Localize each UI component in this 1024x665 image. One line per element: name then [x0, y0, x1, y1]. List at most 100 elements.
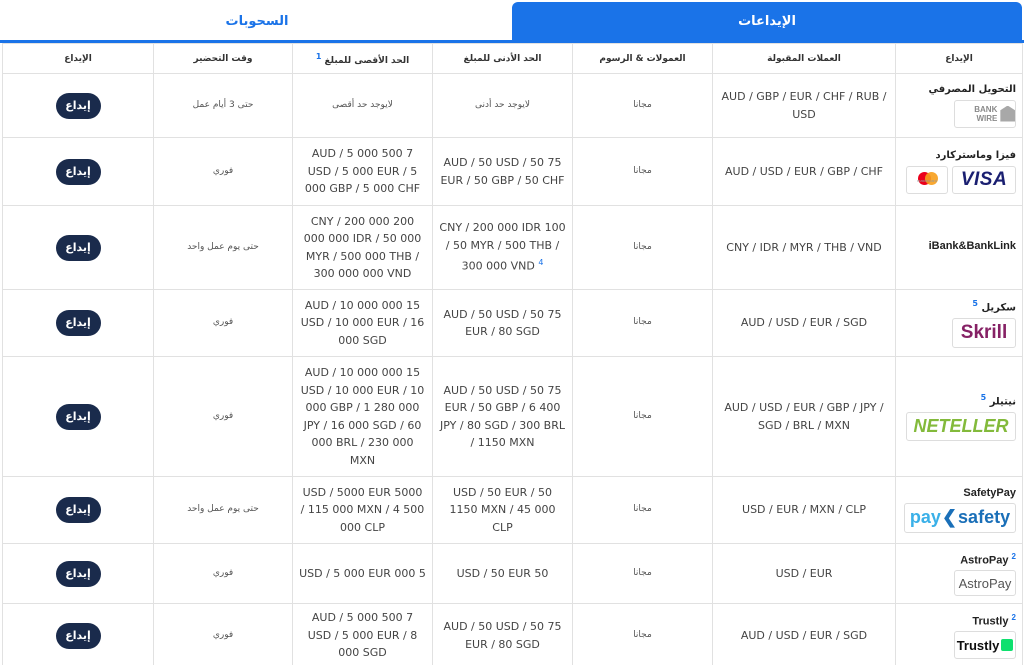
deposit-button[interactable]: إيداع	[55, 234, 101, 261]
fees-cell: مجانا	[572, 137, 713, 206]
deposit-button[interactable]: إيداع	[55, 310, 101, 336]
action-cell: إيداع	[2, 603, 154, 665]
method-cell: AstroPay 2 AstroPay	[895, 543, 1023, 604]
method-name: SafetyPay	[963, 487, 1016, 499]
min-cell: 100 CNY / 200 000 IDR / 50 MYR / 500 THB…	[432, 205, 573, 290]
safetypay-logo: safety ❯ pay	[904, 503, 1016, 533]
currencies-cell: AUD / USD / EUR / SGD	[712, 289, 896, 357]
header-min: الحد الأدنى للمبلغ	[432, 43, 573, 74]
deposit-methods-table: الإيداع العملات المقبولة العمولات & الرس…	[2, 43, 1023, 665]
deposit-button[interactable]: إيداع	[55, 560, 101, 587]
max-cell: 7 500 AUD / 5 000 USD / 5 000 EUR / 8 00…	[292, 603, 433, 665]
table-row: فيزا وماستركارد VISA mastercard AUD / US…	[2, 137, 1023, 206]
header-method: الإيداع	[895, 43, 1023, 74]
method-cell: نيتيلر 5 NETELLER	[895, 356, 1023, 477]
max-cell: لايوجد حد أقصى	[292, 73, 433, 138]
bank-icon	[1000, 105, 1015, 122]
header-max: الحد الأقصى للمبلغ 1	[292, 43, 433, 74]
min-cell: لايوجد حد أدنى	[432, 73, 573, 138]
time-cell: حتى يوم عمل واحد	[153, 476, 293, 544]
method-name: سكريل 5	[902, 298, 1016, 314]
method-name-text: سكريل	[981, 302, 1016, 314]
deposit-button[interactable]: إيداع	[55, 92, 101, 119]
fees-cell: مجانا	[572, 603, 713, 665]
max-cell: 200 000 CNY / 200 000 000 IDR / 50 000 M…	[292, 205, 433, 290]
logo-text: pay	[909, 507, 941, 528]
min-cell: 50 USD / 50 EUR / 1150 MXN / 45 000 CLP	[432, 476, 573, 544]
header-fees: العمولات & الرسوم	[572, 43, 713, 74]
deposit-button[interactable]: إيداع	[55, 622, 101, 649]
method-cell: فيزا وماستركارد VISA mastercard	[895, 137, 1023, 206]
fees-cell: مجانا	[572, 205, 713, 290]
tab-withdrawals[interactable]: السحوبات	[2, 2, 512, 41]
action-cell: إيداع	[2, 73, 154, 138]
currencies-cell: USD / EUR / MXN / CLP	[712, 476, 896, 544]
time-cell: فوري	[153, 289, 293, 357]
logo-text: safety	[958, 507, 1011, 528]
logo-text: Trustly	[956, 637, 1000, 653]
currencies-cell: CNY / IDR / MYR / THB / VND	[712, 205, 896, 290]
min-cell: 75 AUD / 50 USD / 50 EUR / 80 SGD	[432, 289, 573, 357]
min-value: 100 CNY / 200 000 IDR / 50 MYR / 500 THB…	[439, 221, 566, 274]
action-cell: إيداع	[2, 476, 154, 544]
table-row: AstroPay 2 AstroPay USD / EUR مجانا 50 U…	[2, 543, 1023, 604]
method-name: نيتيلر 5	[902, 392, 1016, 408]
table-row: iBank&BankLink CNY / IDR / MYR / THB / V…	[2, 205, 1023, 290]
astropay-logo: AstroPay	[954, 570, 1016, 597]
max-cell: 15 000 AUD / 10 000 USD / 10 000 EUR / 1…	[292, 289, 433, 357]
logo-text: mastercard	[916, 178, 937, 183]
method-name-text: AstroPay	[960, 554, 1009, 567]
action-cell: إيداع	[2, 289, 154, 357]
table-row: التحويل المصرفي BANK WIRE AUD / GBP / EU…	[2, 73, 1023, 138]
method-cell: سكريل 5 Skrill	[895, 289, 1023, 357]
method-cell: SafetyPay safety ❯ pay	[895, 476, 1023, 544]
action-cell: إيداع	[2, 205, 154, 290]
method-name: التحويل المصرفي	[928, 83, 1016, 95]
currencies-cell: AUD / GBP / EUR / CHF / RUB / USD	[712, 73, 896, 138]
bank-wire-logo: BANK WIRE	[954, 99, 1016, 128]
method-name-text: Trustly	[972, 615, 1009, 628]
header-action: الإيداع	[2, 43, 154, 74]
header-time: وقت التحضير	[153, 43, 293, 74]
max-cell: 15 000 AUD / 10 000 USD / 10 000 EUR / 1…	[292, 356, 433, 477]
fees-cell: مجانا	[572, 289, 713, 357]
min-cell: 50 USD / 50 EUR	[432, 543, 573, 604]
logo-text: BANK WIRE	[974, 104, 998, 123]
fees-cell: مجانا	[572, 73, 713, 138]
min-cell: 75 AUD / 50 USD / 50 EUR / 50 GBP / 6 40…	[432, 356, 573, 477]
fees-cell: مجانا	[572, 543, 713, 604]
max-cell: 7 500 AUD / 5 000 USD / 5 000 EUR / 5 00…	[292, 137, 433, 206]
method-name: iBank&BankLink	[928, 239, 1016, 252]
time-cell: فوري	[153, 137, 293, 206]
footnote-marker: 5	[972, 298, 978, 308]
max-cell: 5000 USD / 5000 EUR / 115 000 MXN / 4 50…	[292, 476, 433, 544]
check-icon	[1001, 639, 1014, 652]
currencies-cell: AUD / USD / EUR / GBP / CHF	[712, 137, 896, 206]
footnote-marker: 4	[538, 258, 544, 268]
time-cell: حتى يوم عمل واحد	[153, 205, 293, 290]
deposit-button[interactable]: إيداع	[55, 403, 101, 430]
currencies-cell: USD / EUR	[712, 543, 896, 604]
method-name: AstroPay 2	[902, 551, 1016, 567]
tab-deposits[interactable]: الإيداعات	[512, 2, 1022, 41]
footnote-marker: 2	[1011, 612, 1016, 622]
method-name: فيزا وماستركارد	[935, 149, 1016, 161]
currencies-cell: AUD / USD / EUR / GBP / JPY / SGD / BRL …	[712, 356, 896, 477]
neteller-logo: NETELLER	[906, 412, 1016, 442]
tab-bar: السحوبات الإيداعات	[0, 0, 1024, 43]
action-cell: إيداع	[2, 137, 154, 206]
method-cell: Trustly 2 Trustly	[895, 603, 1023, 665]
trustly-logo: Trustly	[954, 631, 1016, 660]
visa-logo: VISA	[952, 165, 1016, 194]
deposit-button[interactable]: إيداع	[55, 497, 101, 523]
action-cell: إيداع	[2, 356, 154, 477]
fees-cell: مجانا	[572, 476, 713, 544]
method-name: Trustly 2	[902, 612, 1016, 628]
footnote-marker: 5	[980, 392, 987, 402]
deposit-button[interactable]: إيداع	[55, 158, 101, 185]
method-cell: iBank&BankLink	[895, 205, 1023, 290]
min-cell: 75 AUD / 50 USD / 50 EUR / 50 GBP / 50 C…	[432, 137, 573, 206]
table-header-row: الإيداع العملات المقبولة العمولات & الرس…	[2, 43, 1023, 74]
method-cell: التحويل المصرفي BANK WIRE	[895, 73, 1023, 138]
method-name-text: نيتيلر	[989, 396, 1016, 408]
